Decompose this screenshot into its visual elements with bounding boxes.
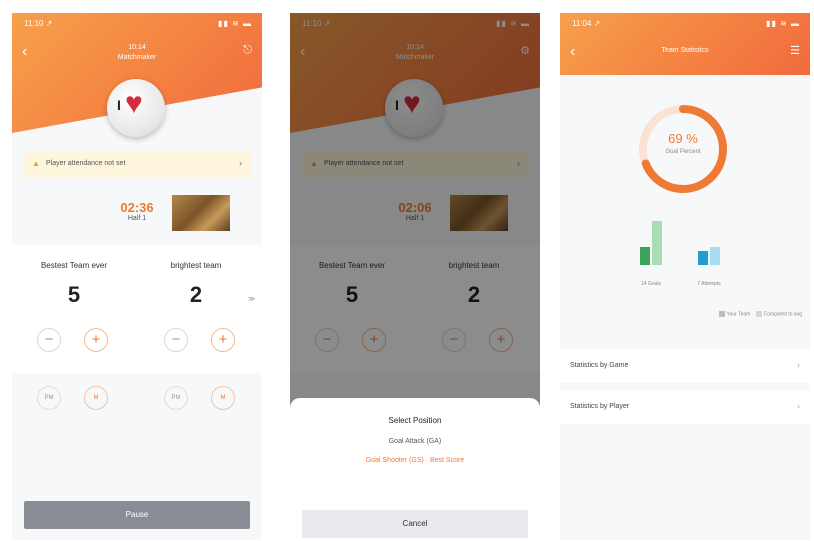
cancel-button[interactable]: Cancel <box>302 510 528 538</box>
nav-bar: ‹ Team Statistics ☰ <box>560 39 810 67</box>
team-left-minus-button[interactable]: − <box>37 328 61 352</box>
lion-photo <box>172 195 230 231</box>
team-right-minus-button[interactable]: − <box>164 328 188 352</box>
nav-title: Team Statistics <box>661 47 709 54</box>
sheet-title: Select Position <box>388 416 442 425</box>
expand-icon[interactable]: ≫ <box>248 295 255 303</box>
position-option-selected[interactable]: Goal Shooter (GS) · Best Score <box>290 457 540 464</box>
bar-attempts-avg <box>710 247 720 265</box>
team-left-score: 5 <box>67 282 81 307</box>
status-time: 11:04 ↗ <box>572 19 601 28</box>
status-time: 11:10 ↗ <box>24 19 53 28</box>
bar-goals-team <box>640 247 650 265</box>
team-left-plus-button[interactable]: + <box>84 328 108 352</box>
team-right: brightest team 2 <box>140 245 252 373</box>
match-timer: 02:36 Half 1 <box>112 200 162 222</box>
share-icon[interactable]: ⎋ <box>243 44 252 57</box>
match-screen-position-sheet: 11:10 ↗ ▮▮ ≋ ▬ ‹ 10:14 Matchmaker ⚙ I ♥ … <box>290 13 540 540</box>
nav-bar: ‹ 10:14 Matchmaker ⎋ <box>12 39 262 67</box>
bar-label-goals: 14 Goals <box>640 281 661 287</box>
filter-icon[interactable]: ☰ <box>790 44 800 57</box>
match-screen: 11:10 ↗ ▮▮ ≋ ▬ ‹ 10:14 Matchmaker ⎋ I ♥ … <box>12 13 262 540</box>
bar-goals-avg <box>652 221 662 265</box>
heart-icon: ♥ <box>125 87 143 120</box>
status-bar: 11:10 ↗ ▮▮ ≋ ▬ <box>24 19 252 31</box>
team-right-name: brightest team <box>170 261 222 270</box>
team-right-score: 2 <box>189 282 203 307</box>
team-right-plus-button[interactable]: + <box>211 328 235 352</box>
chevron-right-icon: › <box>239 158 242 168</box>
legend-swatch <box>755 311 762 317</box>
team-statistics-screen: 11:04 ↗ ▮▮ ≋ ▬ ‹ Team Statistics ☰ 69 % … <box>560 13 810 540</box>
status-icons: ▮▮ ≋ ▬ <box>766 19 800 28</box>
legend-label: Compared to avg <box>763 311 802 318</box>
attendance-notice[interactable]: ▲ Player attendance not set › <box>24 151 252 177</box>
nav-title-main: 10:14 <box>128 44 146 51</box>
team-left-name: Bestest Team ever <box>40 261 108 270</box>
list-item-label: Statistics by Player <box>570 403 630 410</box>
legend-label: Your Team <box>726 311 751 318</box>
pause-button[interactable]: Pause <box>24 501 250 529</box>
goal-percent-value: 69 % <box>668 131 698 146</box>
status-bar: 11:04 ↗ ▮▮ ≋ ▬ <box>572 19 800 31</box>
position-pm-button[interactable]: PM <box>37 386 61 410</box>
half-label: Half 1 <box>127 215 147 222</box>
list-item-statistics-by-player[interactable]: Statistics by Player › <box>560 390 810 424</box>
chart-legend: Your Team Compared to avg <box>715 311 802 317</box>
bar-attempts-team <box>698 251 708 265</box>
position-m-button[interactable]: M <box>84 386 108 410</box>
team-logo: I ♥ <box>107 79 165 137</box>
nav-title-sub: Matchmaker <box>117 54 157 61</box>
select-position-sheet: Select Position Goal Attack (GA) Goal Sh… <box>290 398 540 540</box>
nav-title: 10:14 Matchmaker <box>12 43 262 63</box>
team-left: Bestest Team ever 5 <box>18 245 130 373</box>
logo-letter-icon: I <box>117 97 121 113</box>
bar-label-attempts: 7 Attempts <box>697 281 721 287</box>
warning-icon: ▲ <box>32 159 40 168</box>
position-m-button[interactable]: M <box>211 386 235 410</box>
position-option[interactable]: Goal Attack (GA) <box>290 438 540 445</box>
ring-text: 69 % Goal Percent <box>633 131 733 155</box>
scoreboard: Bestest Team ever 5 brightest team 2 − +… <box>12 245 262 373</box>
timer-value: 02:36 <box>120 200 154 215</box>
list-item-label: Statistics by Game <box>570 362 629 369</box>
notice-text: Player attendance not set <box>46 160 126 167</box>
chevron-right-icon: › <box>797 360 800 370</box>
goal-percent-label: Goal Percent <box>665 149 701 155</box>
position-pm-button[interactable]: PM <box>164 386 188 410</box>
status-icons: ▮▮ ≋ ▬ <box>218 19 252 28</box>
legend-swatch <box>718 311 725 317</box>
chevron-right-icon: › <box>797 401 800 411</box>
list-item-statistics-by-game[interactable]: Statistics by Game › <box>560 349 810 383</box>
